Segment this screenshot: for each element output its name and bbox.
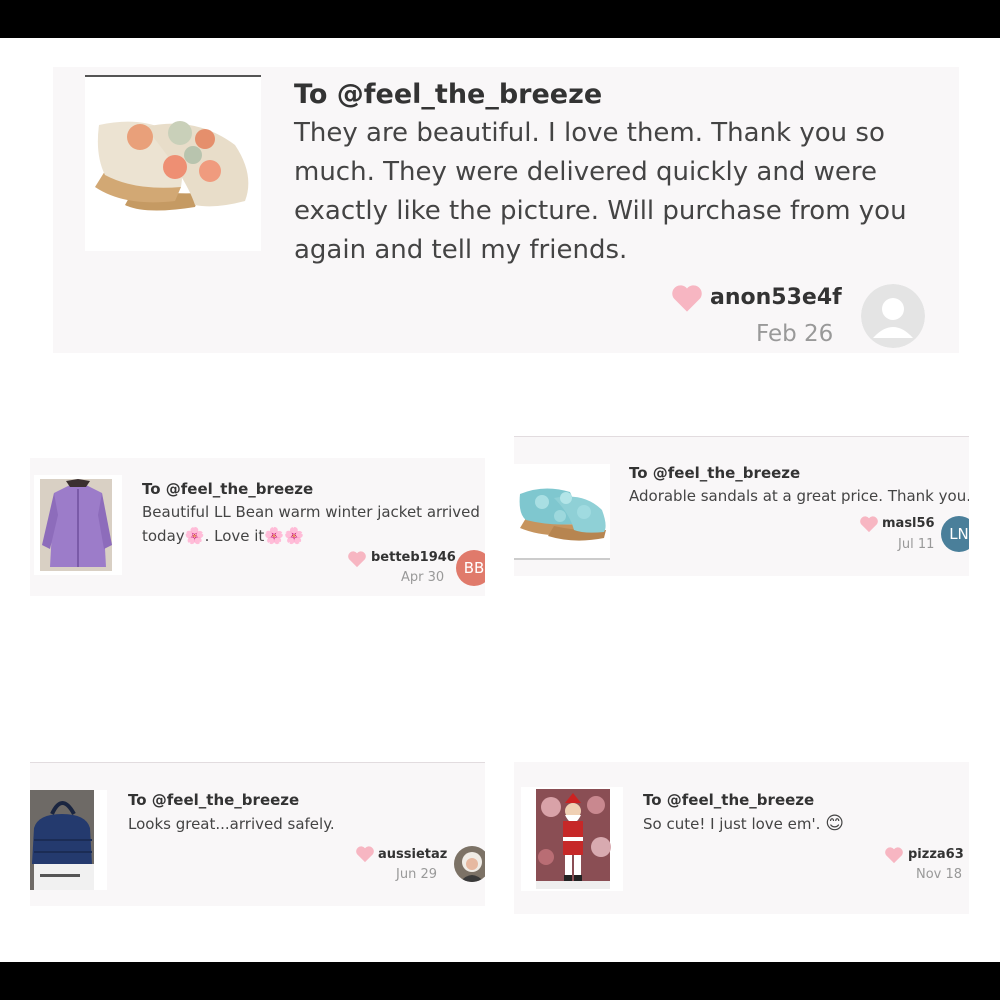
recipient-label: To @feel_the_breeze	[629, 464, 801, 482]
cherry-blossom-emoji: 🌸	[264, 526, 285, 545]
review-thumbnail[interactable]	[34, 475, 122, 575]
user-photo-icon	[454, 846, 485, 882]
review-card-5: To @feel_the_breeze So cute! I just love…	[514, 762, 969, 914]
heart-icon[interactable]	[884, 846, 904, 864]
review-message: They are beautiful. I love them. Thank y…	[294, 118, 907, 265]
heart-icon[interactable]	[670, 283, 704, 313]
teal-sandals-image	[514, 464, 610, 560]
initials-avatar[interactable]: LN	[941, 516, 969, 552]
recipient-label: To @feel_the_breeze	[294, 79, 603, 110]
recipient-label: To @feel_the_breeze	[128, 791, 300, 809]
review-date: Jun 29	[396, 867, 437, 882]
blue-handbag-image	[30, 790, 107, 890]
bottom-letterbox-bar	[0, 962, 1000, 1000]
reviewer-username[interactable]: aussietaz	[378, 847, 447, 862]
beige-sandals-image	[85, 75, 261, 251]
cherry-blossom-emoji: 🌸	[184, 526, 205, 545]
review-message: So cute! I just love em'. 😊	[643, 813, 963, 835]
review-message-part2: today	[142, 527, 185, 545]
review-date: Jul 11	[898, 537, 935, 552]
review-message-text: So cute! I just love em'.	[643, 815, 821, 833]
purple-jacket-image	[34, 475, 122, 575]
review-message-part1: Beautiful LL Bean warm winter jacket arr…	[142, 503, 480, 521]
card-divider	[30, 762, 485, 763]
santa-figurine-image	[521, 787, 623, 891]
heart-icon[interactable]	[355, 845, 375, 863]
review-thumbnail[interactable]	[30, 790, 107, 890]
review-message: Looks great...arrived safely.	[128, 815, 335, 833]
reviewer-username[interactable]: betteb1946	[371, 550, 456, 565]
review-message: Beautiful LL Bean warm winter jacket arr…	[142, 500, 482, 548]
review-date: Feb 26	[756, 321, 834, 347]
review-card-3: To @feel_the_breeze Adorable sandals at …	[514, 436, 969, 576]
reviewer-username[interactable]: anon53e4f	[710, 285, 842, 310]
reviewer-username[interactable]: pizza63	[908, 847, 964, 862]
review-card-4: To @feel_the_breeze Looks great...arrive…	[30, 762, 485, 906]
photo-avatar[interactable]	[454, 846, 485, 882]
review-message-part3: . Love it	[204, 527, 265, 545]
initials-avatar[interactable]: BB	[456, 550, 485, 586]
top-letterbox-bar	[0, 0, 1000, 38]
review-thumbnail[interactable]	[521, 787, 623, 891]
review-message: Adorable sandals at a great price. Thank…	[629, 487, 969, 505]
review-date: Apr 30	[401, 570, 445, 585]
heart-icon[interactable]	[347, 550, 367, 568]
review-thumbnail[interactable]	[514, 464, 610, 560]
review-thumbnail[interactable]	[85, 75, 261, 251]
reviewer-username[interactable]: masl56	[882, 516, 935, 531]
review-card-2: To @feel_the_breeze Beautiful LL Bean wa…	[30, 458, 485, 596]
user-silhouette-icon	[861, 284, 925, 348]
default-user-avatar[interactable]	[861, 284, 925, 348]
cherry-blossom-emoji: 🌸	[284, 526, 305, 545]
heart-icon[interactable]	[859, 515, 879, 533]
review-date: Nov 18	[916, 867, 963, 882]
recipient-label: To @feel_the_breeze	[643, 791, 815, 809]
smiling-face-emoji: 😊	[825, 813, 844, 834]
card-divider	[514, 436, 969, 437]
recipient-label: To @feel_the_breeze	[142, 480, 314, 498]
review-card-1: To @feel_the_breeze They are beautiful. …	[53, 67, 959, 353]
